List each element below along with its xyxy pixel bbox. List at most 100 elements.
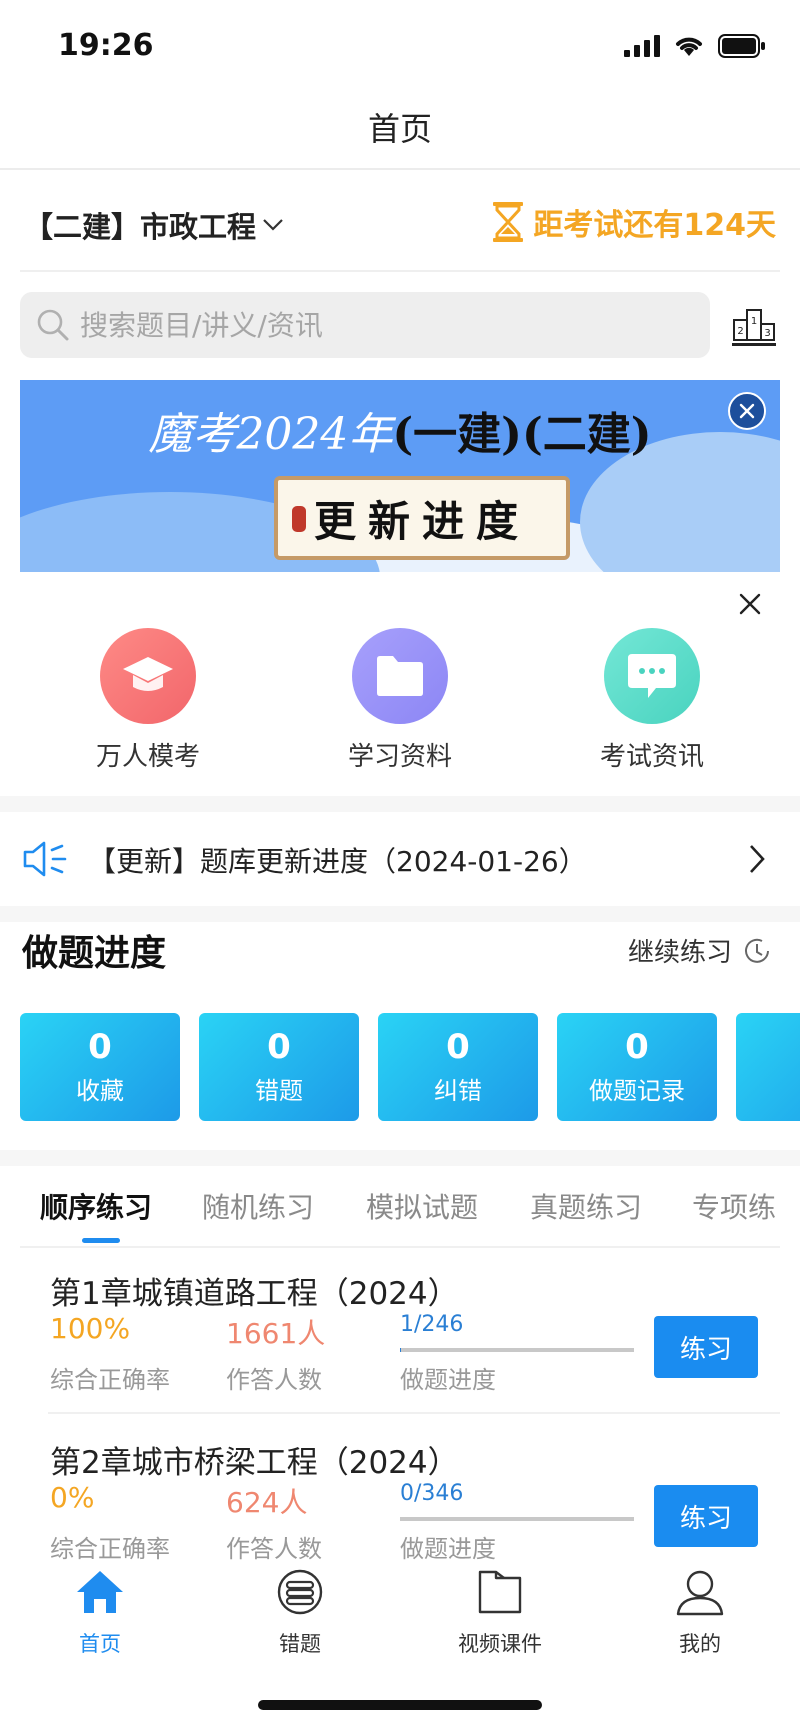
exam-selector[interactable]: 【二建】市政工程 [24,204,284,246]
quick-entry-icon-bg [352,628,448,724]
chapter-title: 第2章城市桥梁工程（2024） [50,1445,459,1481]
home-icon [77,1571,123,1613]
exam-row: 【二建】市政工程 距考试还有124天 [0,186,800,270]
progress-value: 0/346 [400,1481,464,1506]
answer-count: 624人 [226,1486,308,1519]
chevron-down-icon [263,219,283,231]
answer-count-label: 作答人数 [226,1366,322,1394]
graduation-cap-icon [123,657,173,691]
progress-bar-fill [400,1348,401,1352]
user-icon [676,1570,724,1616]
tab-random[interactable]: 随机练习 [202,1186,314,1226]
video-folder-icon [478,1570,522,1614]
tab-indicator [82,1238,120,1243]
tab-past-papers[interactable]: 真题练习 [530,1186,642,1226]
close-icon [739,593,761,615]
progress-label: 做题进度 [400,1366,496,1394]
stat-value: 0 [267,1027,291,1067]
stat-cards: 0 收藏 0 错题 0 纠错 0 做题记录 [20,1013,800,1121]
search-row: 2 1 3 [0,292,800,360]
stat-value: 0 [88,1027,112,1067]
stat-label: 纠错 [434,1077,482,1105]
stat-card-history[interactable]: 0 做题记录 [557,1013,717,1121]
battery-icon [718,34,765,58]
search-box[interactable] [20,292,710,358]
stat-label: 错题 [255,1077,303,1105]
accuracy-rate-label: 综合正确率 [50,1535,170,1563]
progress-header: 做题进度 继续练习 [0,922,800,992]
countdown-text: 距考试还有124天 [533,208,776,243]
continue-practice-button[interactable]: 继续练习 [628,932,772,969]
svg-text:3: 3 [764,328,770,339]
tabbar-mine[interactable]: 我的 [640,1568,760,1658]
section-gap [0,906,800,922]
stat-label: 做题记录 [589,1077,685,1105]
clock-icon [745,938,769,963]
stat-card-corrections[interactable]: 0 纠错 [378,1013,538,1121]
stat-label: 收藏 [76,1077,124,1105]
accuracy-rate-label: 综合正确率 [50,1366,170,1394]
quick-entry-mock-exam[interactable]: 万人模考 [58,628,238,773]
quick-entry-close-button[interactable] [736,590,764,618]
banner-plaque-text: 更新进度 [313,496,530,546]
answer-count: 1661人 [226,1317,326,1350]
status-icons [624,34,766,58]
notice-bar[interactable]: 【更新】题库更新进度（2024-01-26） [0,812,800,906]
answer-count-label: 作答人数 [226,1535,322,1563]
ranking-podium-icon: 2 1 3 [732,309,776,346]
stat-card-partial[interactable] [736,1013,800,1121]
divider [48,1412,780,1414]
notice-text: 【更新】题库更新进度（2024-01-26） [88,845,587,878]
chapter-item: 第1章城镇道路工程（2024） 100% 综合正确率 1661人 作答人数 1/… [0,1268,800,1428]
progress-bar [400,1348,634,1352]
progress-label: 做题进度 [400,1535,496,1563]
tabbar-label: 视频课件 [458,1632,542,1656]
bottom-tab-bar: 首页 错题 视频课件 我的 [0,1562,800,1656]
chevron-right-icon [750,845,765,873]
section-gap [0,1150,800,1166]
chapter-title: 第1章城镇道路工程（2024） [50,1276,459,1312]
tabbar-home[interactable]: 首页 [40,1568,160,1658]
progress-bar [400,1517,634,1521]
stat-value: 0 [625,1027,649,1067]
search-icon [37,309,69,341]
folder-icon [377,656,423,696]
seal-stamp-icon [292,506,306,532]
speaker-icon [23,841,67,877]
quick-entry-label: 考试资讯 [599,742,704,772]
tabbar-label: 错题 [279,1632,321,1656]
practice-button[interactable]: 练习 [654,1485,758,1547]
tab-special[interactable]: 专项练 [692,1186,776,1226]
banner-close-button[interactable] [728,392,766,430]
hourglass-icon [493,202,524,242]
tabbar-label: 首页 [79,1632,121,1656]
quick-entry-exam-news[interactable]: 考试资讯 [562,628,742,773]
tab-mock[interactable]: 模拟试题 [366,1186,478,1226]
promo-banner[interactable]: 魔考2024年(一建)(二建) 更新进度 [20,380,780,572]
divider [20,270,780,272]
ranking-button[interactable]: 2 1 3 [732,302,776,348]
chat-bubble-icon [628,654,676,698]
exam-selector-label: 【二建】市政工程 [24,210,257,244]
page-title: 首页 [367,110,432,148]
quick-entry-study-materials[interactable]: 学习资料 [310,628,490,773]
quick-entry-icon-bg [100,628,196,724]
tabbar-video[interactable]: 视频课件 [440,1568,560,1658]
tabbar-wrong-questions[interactable]: 错题 [240,1568,360,1658]
progress-value: 1/246 [400,1312,464,1337]
practice-tabs: 顺序练习 随机练习 模拟试题 真题练习 专项练 [0,1180,800,1246]
stat-card-favorites[interactable]: 0 收藏 [20,1013,180,1121]
banner-plaque: 更新进度 [274,476,570,560]
wifi-icon [676,37,702,56]
quick-entry-label: 万人模考 [95,742,200,772]
svg-text:1: 1 [751,316,757,327]
search-input[interactable] [80,308,680,342]
svg-text:2: 2 [737,326,743,337]
practice-button[interactable]: 练习 [654,1316,758,1378]
banner-title-exams: (一建)(二建) [392,409,652,460]
tab-sequential[interactable]: 顺序练习 [40,1186,152,1226]
progress-title: 做题进度 [22,933,167,974]
accuracy-rate: 0% [50,1481,95,1514]
exam-countdown: 距考试还有124天 [491,200,776,244]
stat-card-wrong-questions[interactable]: 0 错题 [199,1013,359,1121]
